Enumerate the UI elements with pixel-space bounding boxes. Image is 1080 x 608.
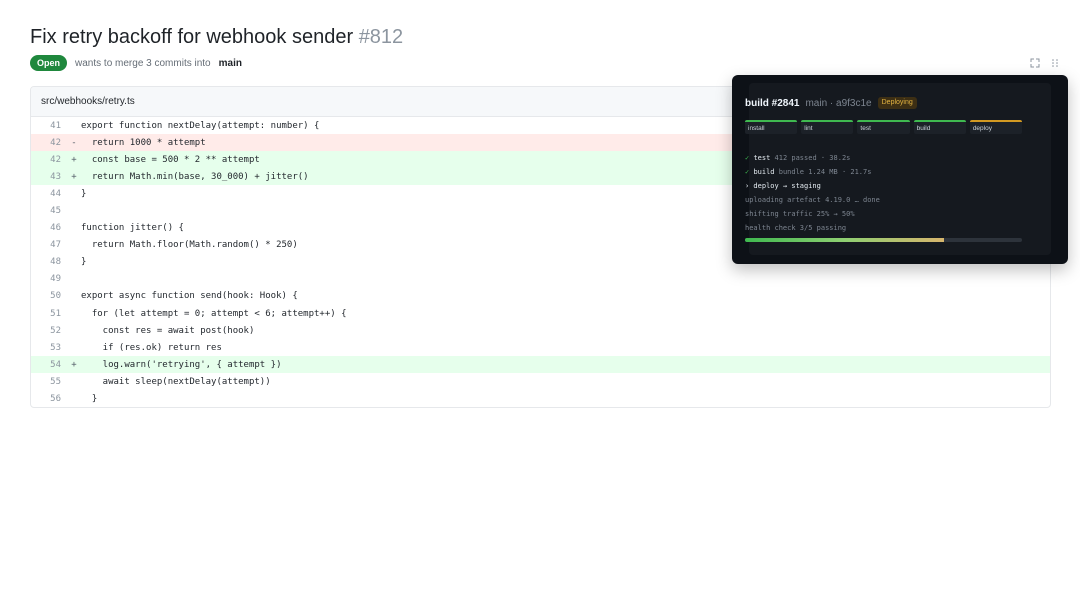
diff-line: 49 [31, 271, 1050, 288]
expand-icon[interactable] [1030, 58, 1040, 68]
build-log-line: ✓ build bundle 1.24 MB · 21.7s [745, 165, 880, 179]
pr-title-text: Fix retry backoff for webhook sender [30, 26, 354, 48]
diff-line: 56 } [31, 391, 1050, 408]
test-log-line: ✓ test 412 passed · 38.2s [745, 151, 880, 165]
diff-line: 53 if (res.ok) return res [31, 339, 1050, 356]
code-text: if (res.ok) return res [81, 342, 222, 353]
code-text: for (let attempt = 0; attempt < 6; attem… [81, 308, 347, 319]
code-text: export async function send(hook: Hook) { [81, 291, 298, 302]
stage-label: test [860, 125, 871, 132]
build-log: ✓ test 412 passed · 38.2s ✓ build bundle… [745, 151, 880, 235]
line-number: 51 [50, 308, 61, 319]
added-line: 54 + log.warn('retrying', { attempt }) [31, 356, 1050, 374]
file-path[interactable]: src/webhooks/retry.ts [41, 96, 135, 107]
line-number: 54 [50, 359, 61, 370]
deploying-badge: Deploying [877, 97, 917, 109]
stage-build[interactable]: build [913, 120, 966, 134]
log-step: test [753, 154, 771, 162]
deploy-progress-bar [745, 238, 1022, 242]
traffic-log-line: shifting traffic 25% → 50% [745, 210, 855, 218]
diff-line: 51 for (let attempt = 0; attempt < 6; at… [31, 305, 1050, 322]
pull-request-page: Fix retry backoff for webhook sender #81… [0, 0, 1080, 608]
stage-lint[interactable]: lint [801, 120, 854, 134]
stage-install[interactable]: install [745, 120, 798, 134]
upload-log-line: uploading artefact 4.19.0 … done [745, 196, 880, 204]
page-title: Fix retry backoff for webhook sender #81… [30, 24, 403, 50]
stage-label: deploy [972, 125, 992, 132]
line-number: 46 [50, 223, 61, 234]
base-branch[interactable]: main [219, 58, 242, 69]
code-text: const res = await post(hook) [81, 325, 255, 336]
log-step: build [753, 168, 775, 176]
diff-sign: + [71, 171, 77, 182]
diff-sign: + [71, 359, 77, 370]
stage-label: lint [804, 125, 813, 132]
code-text: } [81, 394, 98, 405]
ci-build-panel[interactable]: build #2841 main · a9f3c1e Deploying ins… [732, 75, 1068, 264]
stage-label: build [916, 125, 931, 132]
deploy-progress-fill [745, 238, 945, 242]
pr-number: #812 [358, 26, 404, 48]
line-number: 55 [50, 376, 61, 387]
stage-test[interactable]: test [857, 120, 910, 134]
line-number: 50 [50, 291, 61, 302]
deploy-log-line: › deploy → staging [745, 182, 821, 190]
line-number: 52 [50, 325, 61, 336]
build-header: build #2841 main · a9f3c1e Deploying [745, 97, 917, 109]
status-badge: Open [30, 55, 68, 71]
diff-line: 50 export async function send(hook: Hook)… [31, 288, 1050, 305]
line-number: 56 [50, 394, 61, 405]
build-branch-commit[interactable]: main · a9f3c1e [805, 98, 871, 109]
log-detail: bundle 1.24 MB · 21.7s [778, 168, 872, 176]
check-icon: ✓ [745, 154, 750, 162]
line-number: 43 [50, 171, 61, 182]
health-log-line: health check 3/5 passing [745, 224, 847, 232]
check-icon: ✓ [745, 168, 750, 176]
line-number: 48 [50, 257, 61, 268]
pipeline-stages: install lint test build deploy [745, 120, 1023, 134]
build-id[interactable]: build #2841 [745, 98, 799, 109]
line-number: 44 [50, 188, 61, 199]
pr-meta-text: wants to merge 3 commits into [75, 57, 211, 69]
diff-line: 52 const res = await post(hook) [31, 322, 1050, 339]
line-number: 41 [50, 120, 61, 131]
diff-sign: - [71, 137, 77, 148]
line-number: 53 [50, 342, 61, 353]
log-detail: 412 passed · 38.2s [774, 154, 851, 162]
line-number: 47 [50, 240, 61, 251]
pr-meta: Open wants to merge 3 commits into main [30, 55, 242, 71]
stage-deploy[interactable]: deploy [969, 120, 1023, 134]
line-number: 42 [50, 137, 61, 148]
panel-controls [1030, 58, 1060, 68]
line-number: 49 [50, 274, 61, 285]
line-number: 45 [50, 206, 61, 217]
line-number: 42 [50, 154, 61, 165]
grid-icon[interactable] [1050, 58, 1060, 68]
code-text: await sleep(nextDelay(attempt)) [81, 376, 271, 387]
stage-label: install [748, 125, 765, 132]
diff-line: 55 await sleep(nextDelay(attempt)) [31, 373, 1050, 390]
code-text: log.warn('retrying', { attempt }) [81, 359, 282, 370]
diff-sign: + [71, 154, 77, 165]
